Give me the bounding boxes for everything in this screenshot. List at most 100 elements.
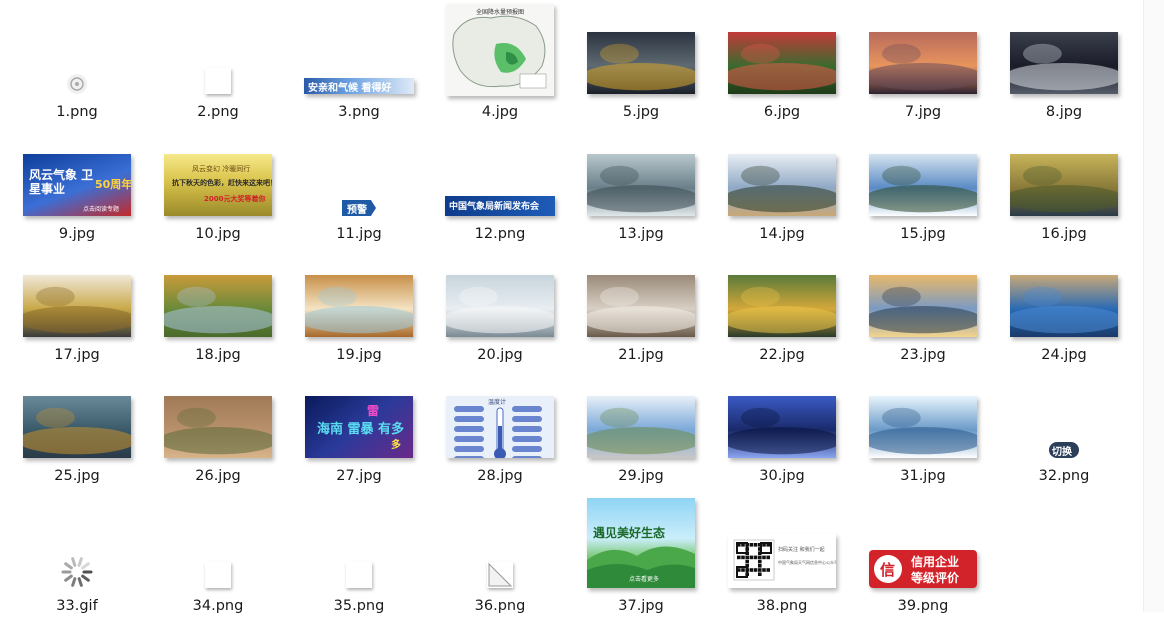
file-thumbnail (728, 32, 836, 94)
file-item[interactable]: 16.jpg (994, 122, 1135, 252)
file-thumbnail (1010, 154, 1118, 216)
file-thumbnail-area (148, 364, 289, 460)
file-name-label: 17.jpg (54, 347, 100, 363)
vertical-scrollbar[interactable] (1143, 0, 1164, 612)
eco-title: 遇见美好生态 (593, 526, 666, 540)
file-thumbnail-area: 全国降水量预报图 (430, 0, 571, 96)
file-thumbnail (869, 275, 977, 337)
file-item[interactable]: 36.png (430, 494, 571, 624)
file-item[interactable]: 中国气象局新闻发布会 12.png (430, 122, 571, 252)
poster-anniversary: 50周年 (95, 178, 131, 191)
file-item[interactable]: 6.jpg (712, 0, 853, 130)
castle-lake-image (1010, 275, 1118, 337)
file-name-label: 15.jpg (900, 226, 946, 242)
file-item[interactable]: 18.jpg (148, 243, 289, 373)
file-name-label: 10.jpg (195, 226, 241, 242)
file-item[interactable]: 20.jpg (430, 243, 571, 373)
file-thumbnail-area (430, 243, 571, 339)
file-item[interactable]: 扫码关注 和我们一起 中国气象局天气网信息中心公众号 38.png (712, 494, 853, 624)
file-item[interactable]: 预警 11.jpg (289, 122, 430, 252)
infographic-title: 温度计 (488, 399, 507, 406)
file-thumbnail-area (7, 364, 148, 460)
file-item[interactable]: 17.jpg (7, 243, 148, 373)
file-name-label: 21.jpg (618, 347, 664, 363)
file-item[interactable]: 25.jpg (7, 364, 148, 494)
file-item[interactable]: 30.jpg (712, 364, 853, 494)
file-item[interactable]: 35.png (289, 494, 430, 624)
file-thumbnail-area (289, 494, 430, 590)
file-thumbnail-area: 切换 (994, 364, 1135, 460)
file-item[interactable]: 全国降水量预报图 4.jpg (430, 0, 571, 130)
file-thumbnail-area (712, 243, 853, 339)
file-thumbnail (67, 74, 87, 94)
file-item[interactable]: 19.jpg (289, 243, 430, 373)
file-item[interactable]: 温度计 28.jpg (430, 364, 571, 494)
file-name-label: 6.jpg (763, 104, 801, 120)
file-item[interactable]: 1.png (7, 0, 148, 130)
file-thumbnail (869, 154, 977, 216)
file-thumbnail (869, 396, 977, 458)
banner-text: 中国气象局新闻发布会 (449, 202, 540, 212)
file-thumbnail (346, 562, 372, 588)
file-thumbnail-area (7, 0, 148, 96)
file-name-label: 31.jpg (900, 468, 946, 484)
sky-clouds-lake-image (728, 154, 836, 216)
file-name-label: 25.jpg (54, 468, 100, 484)
file-thumbnail-area: 风云气象 卫星事业 50周年 点击阅读专题 (7, 122, 148, 218)
file-item[interactable]: 风云气象 卫星事业 50周年 点击阅读专题 9.jpg (7, 122, 148, 252)
file-name-label: 5.jpg (622, 104, 660, 120)
file-item[interactable]: 安亲和气候 看得好 3.png (289, 0, 430, 130)
dust-storm-tower-image (164, 396, 272, 458)
file-item[interactable]: 23.jpg (853, 243, 994, 373)
file-name-label: 9.jpg (58, 226, 96, 242)
file-item[interactable]: 信信用企业 等级评价 39.png (853, 494, 994, 624)
file-item[interactable]: 海南 雷暴 有多 雷多 27.jpg (289, 364, 430, 494)
file-item[interactable]: 29.jpg (571, 364, 712, 494)
file-item[interactable]: 遇见美好生态 点击看更多 37.jpg (571, 494, 712, 624)
file-thumbnail (23, 275, 131, 337)
rice-harvest-image (1010, 154, 1118, 216)
file-thumbnail-area: 扫码关注 和我们一起 中国气象局天气网信息中心公众号 (712, 494, 853, 590)
file-item[interactable]: 7.jpg (853, 0, 994, 130)
file-item[interactable]: 26.jpg (148, 364, 289, 494)
file-item[interactable]: 34.png (148, 494, 289, 624)
banner-text: 安亲和气候 看得好 (308, 83, 392, 94)
sea-ice-sun-image (869, 396, 977, 458)
file-thumbnail (23, 396, 131, 458)
poster-subtitle: 风云变幻 冷暖同行 (192, 165, 251, 173)
file-item[interactable]: 24.jpg (994, 243, 1135, 373)
file-thumbnail (587, 396, 695, 458)
poster-much: 多 (391, 440, 401, 451)
qr-caption: 扫码关注 和我们一起 (778, 547, 825, 553)
file-thumbnail-area: 安亲和气候 看得好 (289, 0, 430, 96)
eco-link: 点击看更多 (629, 576, 660, 583)
file-item[interactable]: 8.jpg (994, 0, 1135, 130)
file-thumbnail: 温度计 (446, 396, 554, 458)
file-item[interactable]: 切换 32.png (994, 364, 1135, 494)
file-item[interactable]: 13.jpg (571, 122, 712, 252)
file-item[interactable]: 22.jpg (712, 243, 853, 373)
switch-button-text: 切换 (1052, 447, 1072, 458)
poster-title: 抗下秋天的色彩，赶快来这来吧！ (172, 179, 272, 187)
file-item[interactable]: 2.png (148, 0, 289, 130)
file-item[interactable]: 14.jpg (712, 122, 853, 252)
file-name-label: 27.jpg (336, 468, 382, 484)
file-name-label: 1.png (56, 104, 98, 120)
poster-title: 风云气象 卫星事业 (29, 168, 94, 196)
file-name-label: 8.jpg (1045, 104, 1083, 120)
file-thumbnail: 预警 (342, 200, 376, 216)
file-item[interactable]: 5.jpg (571, 0, 712, 130)
credit-badge-logo: 信 (880, 561, 896, 579)
file-item[interactable]: 31.jpg (853, 364, 994, 494)
file-thumbnail-area (853, 122, 994, 218)
file-item[interactable]: 33.gif (7, 494, 148, 624)
file-item[interactable]: 15.jpg (853, 122, 994, 252)
file-thumbnail: 遇见美好生态点击看更多 (587, 498, 695, 588)
file-item[interactable]: 21.jpg (571, 243, 712, 373)
autumn-hills-image (164, 275, 272, 337)
file-thumbnail-area: 海南 雷暴 有多 雷多 (289, 364, 430, 460)
file-thumbnail-area (148, 494, 289, 590)
file-name-label: 28.jpg (477, 468, 523, 484)
file-thumbnail-area (712, 364, 853, 460)
file-item[interactable]: 风云变幻 冷暖同行 抗下秋天的色彩，赶快来这来吧！ 2000元大奖等着你 10.jpg (148, 122, 289, 252)
